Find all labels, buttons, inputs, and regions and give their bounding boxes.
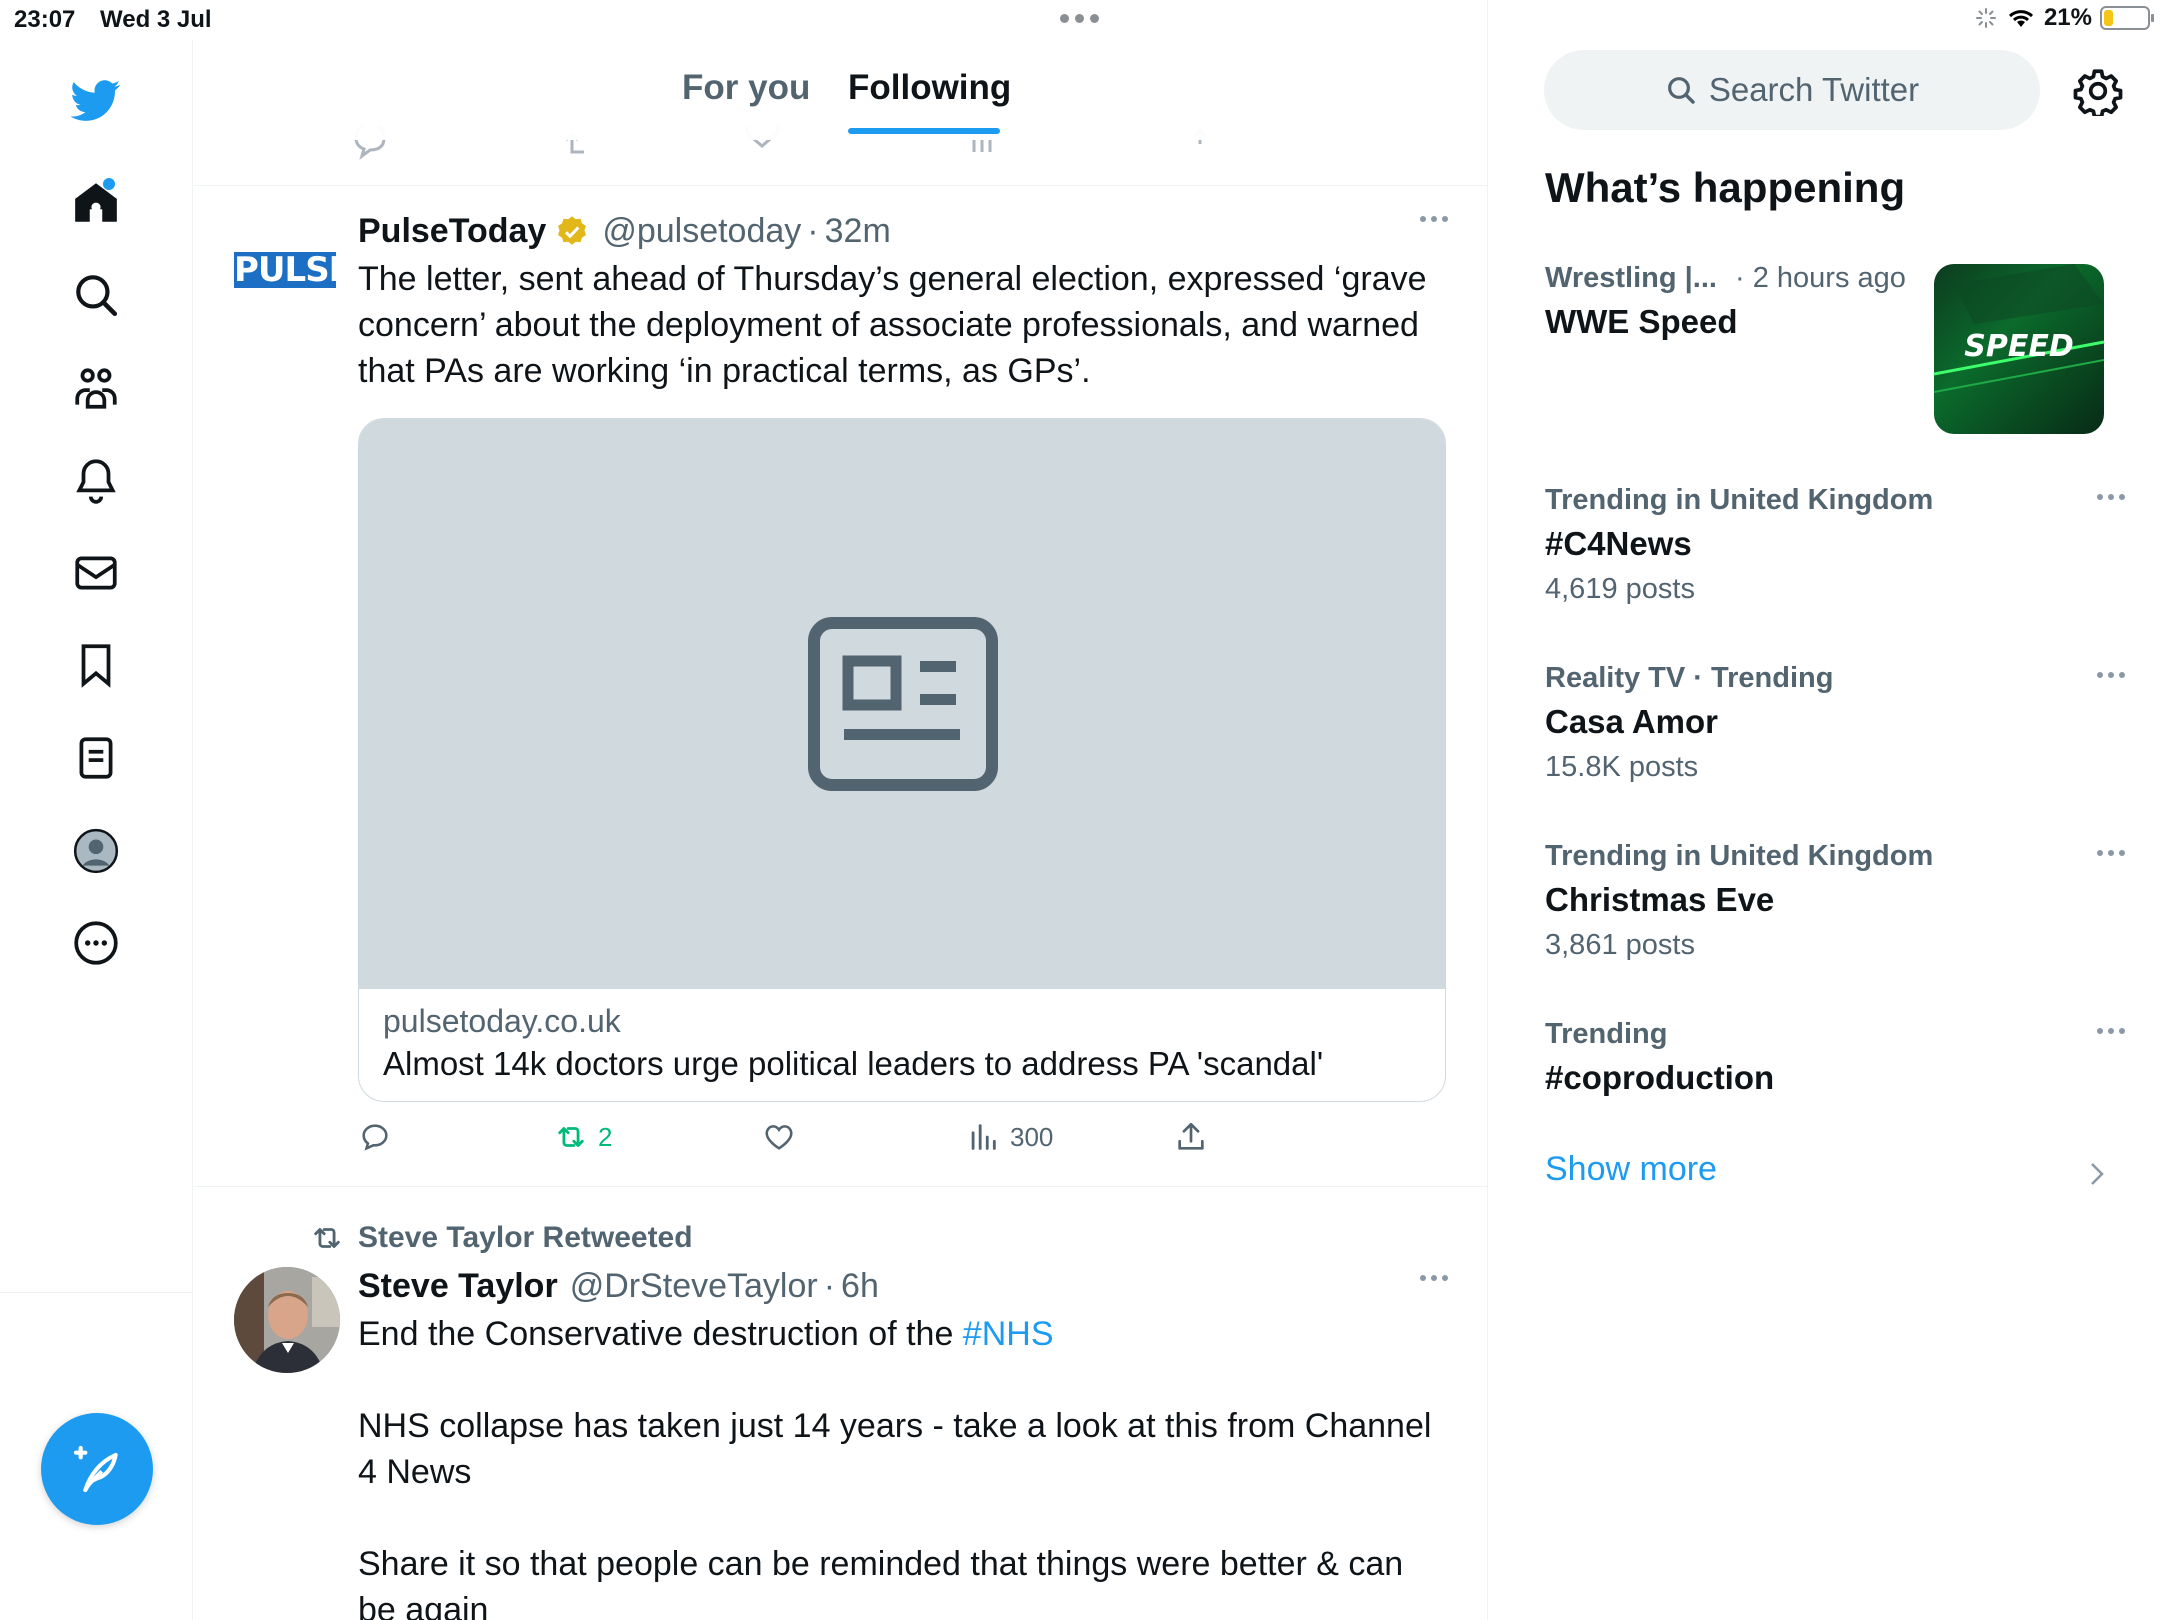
retweeted-by-label: Steve Taylor Retweeted (310, 1221, 693, 1255)
retweet-icon (314, 1228, 340, 1248)
right-sidebar: Search Twitter What’s happening Wrestlin… (1489, 0, 2160, 1620)
trend-name: Christmas Eve (1545, 881, 1775, 918)
hashtag-link[interactable]: #NHS (963, 1315, 1054, 1353)
share-button[interactable] (1174, 1120, 1208, 1154)
tweet-paragraph: Share it so that people can be reminded … (358, 1545, 1404, 1620)
show-more-link[interactable]: Show more (1545, 1150, 1717, 1189)
trend-category: Wrestling |... (1545, 262, 1717, 294)
communities-icon[interactable] (61, 353, 131, 423)
trend-item[interactable]: Trending in United Kingdom #C4News 4,619… (1545, 484, 2125, 606)
retweeter-name[interactable]: Steve Taylor Retweeted (358, 1221, 693, 1255)
trend-category: Reality TV · Trending (1545, 662, 1834, 694)
separator-dot: · (807, 212, 819, 250)
author-handle[interactable]: @pulsetoday (602, 212, 801, 251)
avatar[interactable]: PULSE (234, 252, 352, 288)
reply-button[interactable] (358, 1120, 402, 1154)
lists-icon[interactable] (61, 723, 131, 793)
tweet-time[interactable]: 32m (825, 212, 891, 251)
trend-name: #coproduction (1545, 1059, 1775, 1096)
trend-category: Trending in United Kingdom (1545, 840, 1934, 872)
views-button[interactable]: 300 (966, 1120, 1053, 1154)
card-title: Almost 14k doctors urge political leader… (383, 1045, 1324, 1082)
tweet-text: End the Conservative destruction of the … (358, 1311, 1448, 1357)
trend-item[interactable]: Trending in United Kingdom Christmas Eve… (1545, 840, 2125, 962)
home-icon[interactable] (61, 168, 131, 238)
search-input[interactable]: Search Twitter (1544, 50, 2040, 130)
left-navigation (0, 40, 193, 1620)
trend-more-icon[interactable] (2097, 494, 2125, 500)
tweet-time[interactable]: 6h (841, 1267, 879, 1306)
timeline[interactable]: PULSE PulseToday @pulsetoday · 32m The l… (194, 0, 1488, 1620)
tweet-more-icon[interactable] (1420, 1275, 1448, 1281)
views-chart-icon (971, 1124, 996, 1150)
share-icon (1178, 1122, 1204, 1150)
trend-category: Trending (1545, 1018, 1668, 1050)
tab-following[interactable]: Following (848, 68, 1011, 108)
tweet-header: PulseToday @pulsetoday · 32m (358, 212, 891, 251)
trend-count: 15.8K posts (1545, 751, 1699, 783)
trend-count: 3,861 posts (1545, 929, 1695, 961)
status-time: 23:07 (14, 6, 76, 33)
tweet-actions: 2 300 (358, 1120, 1258, 1170)
retweet-count: 2 (598, 1121, 613, 1152)
author-name[interactable]: Steve Taylor (358, 1267, 558, 1306)
tweet-header: Steve Taylor @DrSteveTaylor · 6h (358, 1267, 879, 1306)
settings-gear-icon[interactable] (2073, 66, 2123, 116)
tweet-paragraph: NHS collapse has taken just 14 years - t… (358, 1407, 1432, 1491)
chevron-right-icon[interactable] (2087, 1160, 2107, 1188)
active-tab-indicator (848, 128, 1000, 134)
profile-avatar-icon[interactable] (61, 816, 131, 886)
messages-envelope-icon[interactable] (61, 538, 131, 608)
bookmarks-icon[interactable] (61, 630, 131, 700)
tab-for-you[interactable]: For you (682, 68, 810, 108)
tweet-more-icon[interactable] (1420, 216, 1448, 222)
like-button[interactable] (762, 1120, 806, 1154)
tweet-text: The letter, sent ahead of Thursday’s gen… (358, 260, 1427, 390)
new-posts-dot (103, 178, 115, 190)
author-handle[interactable]: @DrSteveTaylor (570, 1267, 818, 1306)
verified-badge-icon (558, 215, 587, 245)
trend-name: Casa Amor (1545, 703, 1719, 740)
search-icon (1667, 77, 1695, 104)
trend-more-icon[interactable] (2097, 672, 2125, 678)
compose-feather-icon (73, 1445, 118, 1493)
avatar[interactable] (234, 1267, 340, 1373)
author-name[interactable]: PulseToday (358, 212, 546, 251)
more-options-icon[interactable] (61, 908, 131, 978)
twitter-logo-icon[interactable] (61, 65, 131, 135)
compose-tweet-button[interactable] (41, 1413, 153, 1525)
tweet[interactable]: PULSE PulseToday @pulsetoday · 32m The l… (194, 186, 1487, 1186)
card-placeholder-image (359, 419, 1445, 989)
tweet[interactable]: Steve Taylor Retweeted Steve Taylor @DrS… (194, 1187, 1487, 1620)
trend-thumbnail-text: SPEED (1964, 329, 2073, 364)
trend-name: #C4News (1545, 525, 1692, 562)
trend-item[interactable]: Trending #coproduction (1545, 1018, 2125, 1097)
trend-thumbnail[interactable]: SPEED (1934, 264, 2104, 434)
link-card[interactable]: pulsetoday.co.uk Almost 14k doctors urge… (358, 418, 1446, 1102)
notifications-bell-icon[interactable] (61, 445, 131, 515)
trend-more-icon[interactable] (2097, 1028, 2125, 1034)
whats-happening-title: What’s happening (1545, 164, 1906, 211)
retweet-icon (558, 1127, 584, 1147)
trend-item[interactable]: Reality TV · Trending Casa Amor 15.8K po… (1545, 662, 2125, 784)
retweet-button[interactable]: 2 (554, 1120, 612, 1154)
timeline-header: For you Following (194, 40, 1487, 186)
news-article-icon (808, 617, 998, 791)
trend-count: 4,619 posts (1545, 573, 1695, 605)
heart-icon (765, 1125, 793, 1150)
search-placeholder: Search Twitter (1708, 71, 1920, 108)
trend-time: · 2 hours ago (1735, 262, 1906, 294)
card-domain: pulsetoday.co.uk (383, 1003, 621, 1039)
nav-divider (0, 1292, 193, 1293)
search-icon[interactable] (61, 260, 131, 330)
views-count: 300 (1010, 1121, 1054, 1152)
reply-icon (362, 1124, 388, 1151)
tweet-text-part: End the Conservative destruction of the (358, 1315, 963, 1353)
trend-category: Trending in United Kingdom (1545, 484, 1934, 516)
separator-dot: · (823, 1267, 836, 1305)
trend-more-icon[interactable] (2097, 850, 2125, 856)
